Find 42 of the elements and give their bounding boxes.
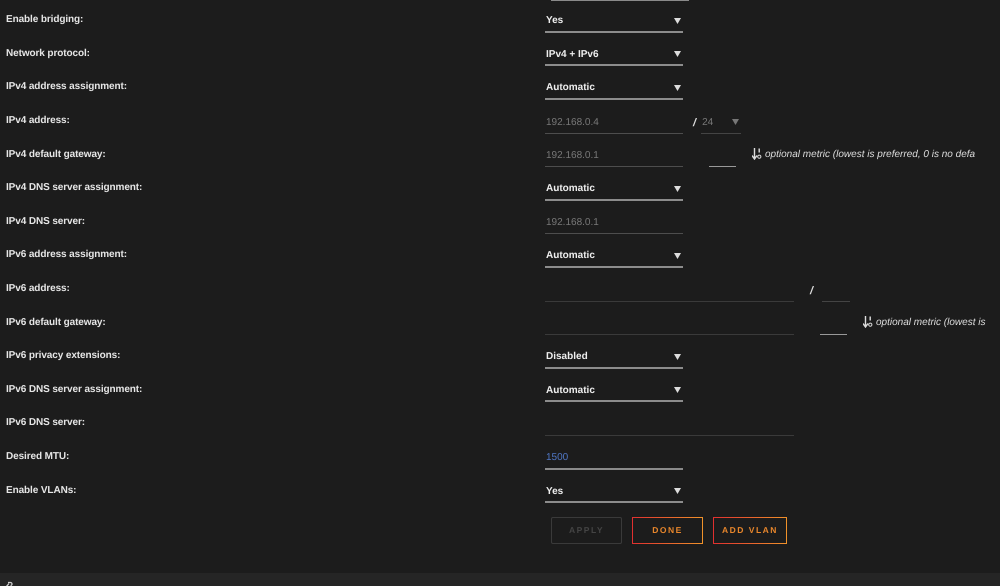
field-label: IPv4 default gateway: — [5, 148, 107, 160]
field-label: Enable VLANs: — [5, 484, 78, 496]
field-label: IPv4 DNS server: — [5, 216, 86, 227]
dropdown[interactable]: Yes — [545, 10, 683, 33]
field-label: IPv6 default gateway: — [5, 316, 107, 328]
caret-icon — [674, 18, 681, 24]
dropdown[interactable]: Automatic — [545, 246, 683, 268]
caret-icon — [674, 186, 681, 192]
caret-icon — [674, 354, 681, 360]
action-button[interactable]: ADD VLAN — [713, 516, 787, 544]
caret-icon — [732, 119, 740, 126]
slash-separator: / — [693, 116, 696, 129]
dropdown[interactable]: Disabled — [545, 346, 683, 369]
field-label: IPv6 DNS server assignment: — [5, 384, 144, 395]
dropdown[interactable]: Automatic — [545, 78, 683, 100]
dropdown[interactable]: Yes — [545, 481, 683, 504]
field-label: IPv4 address assignment: — [5, 81, 128, 92]
caret-icon — [674, 488, 681, 494]
field-label: IPv6 privacy extensions: — [5, 350, 122, 362]
field-label: Enable bridging: — [5, 14, 84, 26]
field-label: IPv6 address assignment: — [5, 249, 128, 260]
caret-icon — [674, 387, 681, 394]
action-button[interactable]: DONE — [632, 516, 703, 544]
dropdown[interactable]: IPv4 + IPv6 — [545, 44, 683, 66]
field-label: IPv4 DNS server assignment: — [5, 182, 144, 194]
dropdown[interactable]: Automatic — [545, 380, 683, 402]
field-label: IPv4 address: — [5, 115, 71, 126]
link-icon — [5, 581, 15, 586]
field-label: IPv6 address: — [5, 283, 71, 294]
dropdown[interactable]: Automatic — [545, 178, 683, 201]
field-label: Network protocol: — [5, 48, 91, 59]
metric-hint: optional metric (lowest is — [876, 316, 986, 328]
field-label: Desired MTU: — [5, 451, 70, 462]
sort-icon — [863, 316, 873, 328]
caret-icon — [674, 252, 681, 259]
field-label: IPv6 DNS server: — [5, 417, 86, 428]
caret-icon — [674, 84, 681, 91]
metric-hint: optional metric (lowest is preferred, 0 is no defa — [765, 148, 976, 160]
caret-icon — [674, 51, 681, 58]
sort-icon — [752, 148, 762, 160]
slash-separator: / — [810, 284, 814, 297]
input-field[interactable]: 1500 — [545, 448, 683, 470]
